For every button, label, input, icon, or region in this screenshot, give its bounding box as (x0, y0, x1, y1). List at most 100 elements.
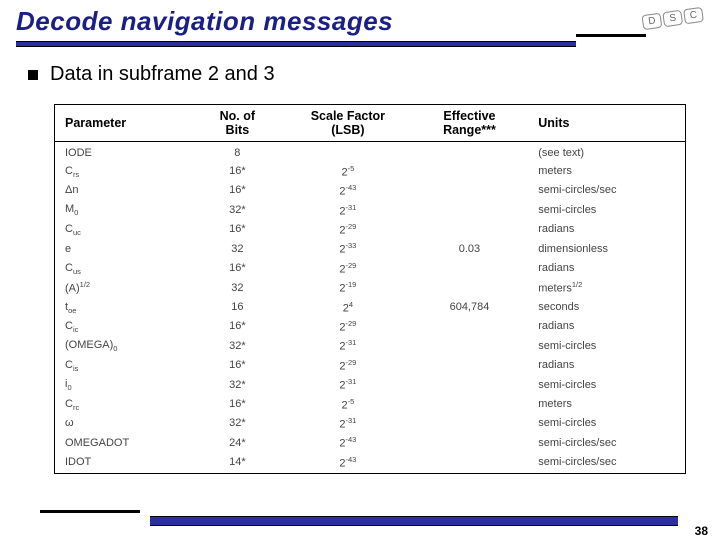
cell-scale: 2-29 (287, 318, 409, 337)
cell-scale: 2-29 (287, 220, 409, 239)
parameters-table: Parameter No. of Bits Scale Factor (LSB)… (55, 105, 685, 473)
cell-range (409, 434, 531, 453)
table-row: OMEGADOT24*2-43semi-circles/sec (55, 434, 685, 453)
table-row: Crc16*2-5meters (55, 395, 685, 414)
cell-range: 604,784 (409, 298, 531, 317)
cell-scale: 2-31 (287, 415, 409, 434)
cell-units: dimensionless (530, 240, 685, 259)
table-row: i032*2-31semi-circles (55, 376, 685, 395)
cell-range (409, 220, 531, 239)
cell-range (409, 201, 531, 220)
cell-parameter: toe (55, 298, 188, 317)
table-wrap: Parameter No. of Bits Scale Factor (LSB)… (54, 104, 686, 474)
cell-range (409, 376, 531, 395)
footer (0, 506, 720, 526)
cell-parameter: (OMEGA)0 (55, 337, 188, 356)
table-row: (A)1/2322-19meters1/2 (55, 279, 685, 298)
cell-bits: 32* (188, 337, 287, 356)
cell-parameter: i0 (55, 376, 188, 395)
logo-letter-s: S (662, 10, 683, 27)
cell-parameter: Δn (55, 182, 188, 201)
col-bits-l1: No. of (220, 109, 255, 123)
cell-units: meters1/2 (530, 279, 685, 298)
cell-bits: 32* (188, 201, 287, 220)
cell-units: radians (530, 220, 685, 239)
cell-scale: 2-29 (287, 259, 409, 278)
cell-units: semi-circles (530, 201, 685, 220)
col-scale: Scale Factor (LSB) (287, 105, 409, 142)
cell-units: semi-circles/sec (530, 453, 685, 472)
table-row: Δn16*2-43semi-circles/sec (55, 182, 685, 201)
cell-scale: 2-31 (287, 337, 409, 356)
cell-scale: 2-5 (287, 162, 409, 181)
cell-range (409, 318, 531, 337)
page-number: 38 (695, 524, 708, 538)
table-row: Cic16*2-29radians (55, 318, 685, 337)
cell-units: radians (530, 318, 685, 337)
table-header-row: Parameter No. of Bits Scale Factor (LSB)… (55, 105, 685, 142)
col-range: Effective Range*** (409, 105, 531, 142)
cell-units: semi-circles (530, 376, 685, 395)
col-units-l1: Units (538, 116, 569, 130)
cell-scale: 2-31 (287, 201, 409, 220)
cell-range (409, 453, 531, 472)
col-units: Units (530, 105, 685, 142)
cell-units: meters (530, 395, 685, 414)
cell-bits: 32 (188, 279, 287, 298)
table-row: Cis16*2-29radians (55, 356, 685, 375)
col-scale-l2: (LSB) (331, 123, 364, 137)
col-parameter: Parameter (55, 105, 188, 142)
cell-parameter: Cuc (55, 220, 188, 239)
col-scale-l1: Scale Factor (311, 109, 385, 123)
cell-range: 0.03 (409, 240, 531, 259)
table-row: Cus16*2-29radians (55, 259, 685, 278)
cell-parameter: IDOT (55, 453, 188, 472)
table-row: Cuc16*2-29 radians (55, 220, 685, 239)
cell-range (409, 395, 531, 414)
cell-scale: 2-43 (287, 453, 409, 472)
cell-range (409, 279, 531, 298)
cell-bits: 16 (188, 298, 287, 317)
bullet-text: Data in subframe 2 and 3 (50, 63, 275, 86)
col-bits-l2: Bits (226, 123, 250, 137)
table-row: IODE8(see text) (55, 146, 685, 163)
cell-bits: 24* (188, 434, 287, 453)
cell-bits: 14* (188, 453, 287, 472)
cell-units: semi-circles (530, 415, 685, 434)
cell-range (409, 415, 531, 434)
page-title: Decode navigation messages (16, 6, 720, 37)
cell-bits: 16* (188, 162, 287, 181)
cell-scale (287, 146, 409, 163)
cell-range (409, 337, 531, 356)
cell-parameter: ω (55, 415, 188, 434)
table-row: toe1624604,784seconds (55, 298, 685, 317)
title-wrap: Decode navigation messages (0, 0, 720, 47)
cell-bits: 32* (188, 415, 287, 434)
cell-scale: 2-31 (287, 376, 409, 395)
title-underline-right (576, 34, 646, 37)
cell-bits: 16* (188, 220, 287, 239)
cell-parameter: IODE (55, 146, 188, 163)
cell-scale: 2-5 (287, 395, 409, 414)
footer-rule-left (40, 510, 140, 513)
bullet-icon (28, 70, 38, 80)
cell-scale: 2-29 (287, 356, 409, 375)
cell-parameter: Cus (55, 259, 188, 278)
table-row: e322-330.03dimensionless (55, 240, 685, 259)
cell-parameter: Cis (55, 356, 188, 375)
cell-scale: 24 (287, 298, 409, 317)
cell-bits: 16* (188, 356, 287, 375)
cell-units: (see text) (530, 146, 685, 163)
cell-parameter: Crc (55, 395, 188, 414)
cell-scale: 2-43 (287, 434, 409, 453)
cell-bits: 16* (188, 318, 287, 337)
cell-range (409, 356, 531, 375)
cell-units: semi-circles/sec (530, 434, 685, 453)
cell-units: seconds (530, 298, 685, 317)
table-head: Parameter No. of Bits Scale Factor (LSB)… (55, 105, 685, 142)
col-range-l1: Effective (443, 109, 495, 123)
logo-letter-d: D (641, 13, 662, 31)
cell-range (409, 146, 531, 163)
cell-units: semi-circles (530, 337, 685, 356)
cell-scale: 2-19 (287, 279, 409, 298)
